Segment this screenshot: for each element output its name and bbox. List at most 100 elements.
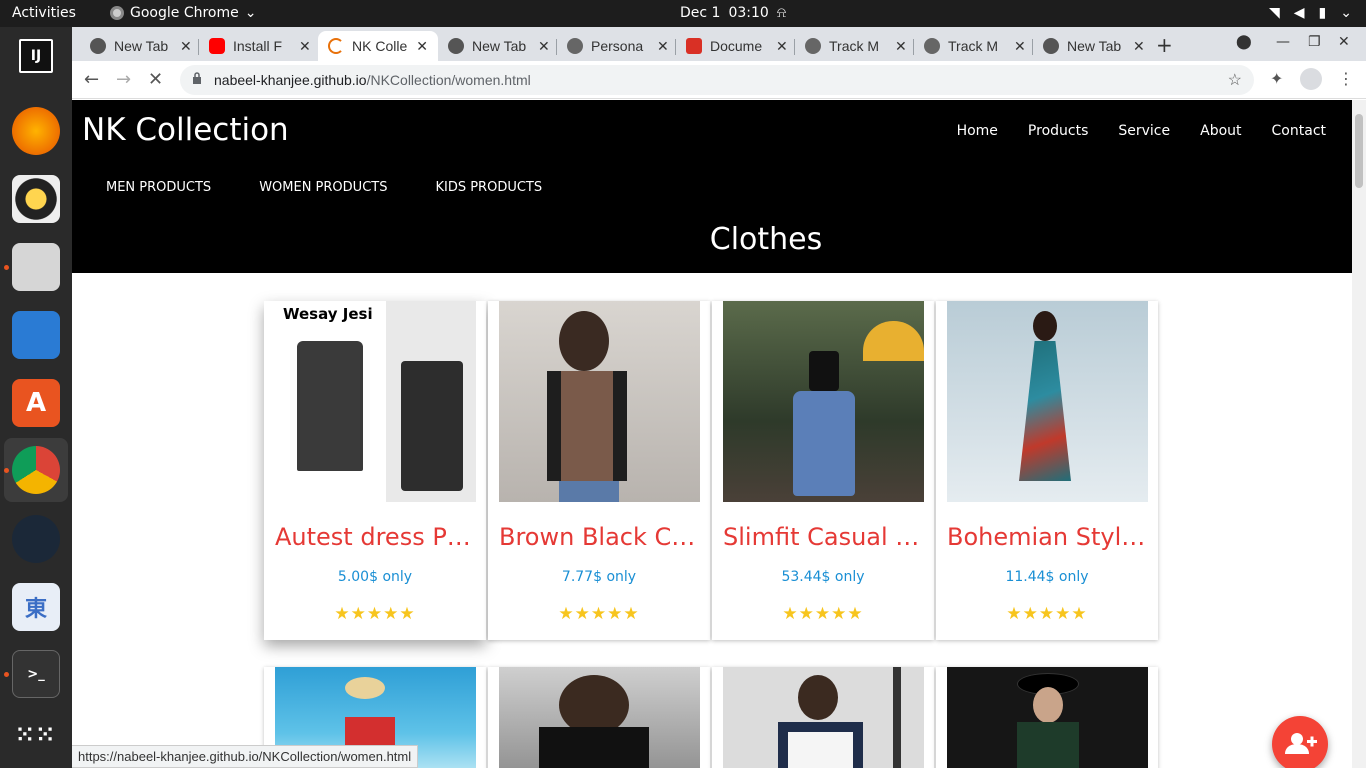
page-title: Clothes [709,222,823,257]
tab-install[interactable]: Install F ✕ [199,31,321,61]
close-window-icon[interactable]: ✕ [1338,34,1350,50]
close-icon[interactable]: ✕ [895,38,907,55]
chevron-down-icon: ⌄ [1340,5,1352,21]
product-image[interactable] [723,301,924,502]
forward-icon[interactable]: → [116,69,131,90]
product-price: 7.77$ only [561,569,637,585]
add-user-button[interactable] [1272,716,1328,768]
category-women[interactable]: WOMEN PRODUCTS [259,180,387,195]
software-center-icon[interactable]: A [12,379,60,427]
product-image[interactable] [723,667,924,768]
product-image[interactable] [499,667,700,768]
globe-icon [567,38,583,54]
extensions-icon[interactable]: ✦ [1270,69,1283,88]
app-menu[interactable]: Google Chrome ⌄ [110,5,256,21]
chrome-icon [448,38,464,54]
tab-track[interactable]: Track M ✕ [795,31,917,61]
tab-label: Persona [591,38,644,54]
product-name[interactable]: Brown Black Ca... [499,523,699,551]
nav-home[interactable]: Home [957,123,998,139]
files-icon[interactable] [12,243,60,291]
browser-window: New Tab ✕ Install F ✕ NK Colle ✕ New Tab… [72,27,1366,768]
star-rating: ★★★★★ [558,604,640,624]
tab-search-icon[interactable]: ⬤ [1236,34,1252,50]
close-icon[interactable]: ✕ [416,38,428,55]
close-icon[interactable]: ✕ [776,38,788,55]
product-image[interactable] [947,667,1148,768]
system-top-bar: Activities Google Chrome ⌄ Dec 1 03:10 ⍾… [0,0,1366,27]
tab-track[interactable]: Track M ✕ [914,31,1036,61]
product-image[interactable] [499,301,700,502]
url-host: nabeel-khanjee.github.io [214,72,367,88]
star-rating: ★★★★★ [1006,604,1088,624]
system-tray[interactable]: ◥ ◀ ▮ ⌄ [1269,5,1352,21]
dock: IJ A 東 >_ ⁙⁙ [0,27,72,768]
product-name[interactable]: Slimfit Casual D... [723,523,923,551]
product-card[interactable]: Slimfit Casual D... 53.44$ only ★★★★★ [712,301,934,640]
minimize-icon[interactable]: — [1276,34,1290,50]
product-card[interactable]: Wesay Jesi Autest dress Pl... 5.00$ only… [264,301,486,640]
profile-avatar[interactable] [1300,68,1322,90]
tab-new-tab[interactable]: New Tab ✕ [438,31,560,61]
tab-label: Track M [948,38,999,54]
nav-contact[interactable]: Contact [1272,123,1326,139]
page-viewport: NK Collection Home Products Service Abou… [72,100,1352,768]
site-brand[interactable]: NK Collection [82,112,289,148]
app-menu-label: Google Chrome [130,5,239,21]
maximize-icon[interactable]: ❐ [1308,34,1321,50]
url-text: nabeel-khanjee.github.io/NKCollection/wo… [214,72,531,88]
tab-label: New Tab [1067,38,1122,54]
tab-label: NK Colle [352,38,408,54]
close-icon[interactable]: ✕ [538,38,550,55]
bookmark-star-icon[interactable]: ☆ [1228,70,1242,90]
tab-nk-collection[interactable]: NK Colle ✕ [318,31,438,61]
close-icon[interactable]: ✕ [657,38,669,55]
terminal-icon[interactable]: >_ [12,650,60,698]
firefox-icon[interactable] [12,107,60,155]
nav-products[interactable]: Products [1028,123,1088,139]
new-tab-button[interactable]: + [1156,33,1173,57]
scrollbar-thumb[interactable] [1355,114,1363,188]
rhythmbox-icon[interactable] [12,175,60,223]
category-kids[interactable]: KIDS PRODUCTS [435,180,542,195]
tab-document[interactable]: Docume ✕ [676,31,798,61]
writer-icon[interactable] [12,311,60,359]
product-card[interactable] [488,667,710,768]
tab-personal[interactable]: Persona ✕ [557,31,679,61]
intellij-icon[interactable]: IJ [19,39,53,73]
clock[interactable]: Dec 1 03:10 ⍾ [680,5,786,21]
product-name[interactable]: Autest dress Pl... [275,523,475,551]
product-image[interactable] [947,301,1148,502]
link-status-bar: https://nabeel-khanjee.github.io/NKColle… [72,745,419,768]
nav-about[interactable]: About [1200,123,1241,139]
product-card[interactable] [712,667,934,768]
youtube-icon [209,38,225,54]
activities-button[interactable]: Activities [12,5,76,21]
back-icon[interactable]: ← [84,69,99,90]
category-nav: MEN PRODUCTS WOMEN PRODUCTS KIDS PRODUCT… [106,180,542,195]
globe-icon [924,38,940,54]
category-men[interactable]: MEN PRODUCTS [106,180,211,195]
nav-service[interactable]: Service [1118,123,1170,139]
close-icon[interactable]: ✕ [1014,38,1026,55]
chrome-icon[interactable] [12,446,60,494]
tab-strip: New Tab ✕ Install F ✕ NK Colle ✕ New Tab… [72,27,1366,61]
product-card[interactable] [936,667,1158,768]
tab-new-tab[interactable]: New Tab ✕ [80,31,202,61]
product-card[interactable]: Bohemian Style... 11.44$ only ★★★★★ [936,301,1158,640]
product-name[interactable]: Bohemian Style... [947,523,1147,551]
steam-icon[interactable] [12,515,60,563]
tab-new-tab[interactable]: New Tab ✕ [1033,31,1155,61]
input-method-icon[interactable]: 東 [12,583,60,631]
address-bar[interactable]: nabeel-khanjee.github.io/NKCollection/wo… [180,65,1254,95]
close-icon[interactable]: ✕ [1133,38,1145,55]
show-apps-icon[interactable]: ⁙⁙ [12,711,60,759]
stop-loading-icon[interactable]: ✕ [148,69,163,90]
menu-kebab-icon[interactable]: ⋮ [1338,69,1354,88]
product-image[interactable]: Wesay Jesi [275,301,476,502]
product-card[interactable]: Brown Black Ca... 7.77$ only ★★★★★ [488,301,710,640]
close-icon[interactable]: ✕ [299,38,311,55]
close-icon[interactable]: ✕ [180,38,192,55]
page-scrollbar[interactable] [1352,100,1366,768]
star-rating: ★★★★★ [782,604,864,624]
